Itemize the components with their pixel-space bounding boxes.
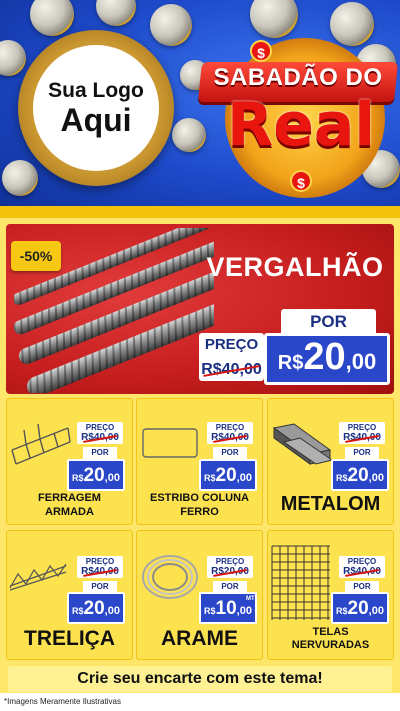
disclaimer-footnote: *Imagens Meramente Ilustrativas: [0, 693, 400, 711]
campaign-title-main: Real: [227, 90, 375, 160]
header-banner: Sua Logo Aqui SABADÃO DO Real $ $: [0, 0, 400, 212]
new-price-value: R$20,00: [277, 336, 377, 378]
unit-label: MT: [246, 596, 255, 602]
coin-icon: [96, 0, 136, 26]
hero-product-name: VERGALHÃO: [206, 252, 384, 282]
new-price-label: POR: [213, 447, 247, 459]
new-price-value: R$20,00: [67, 592, 125, 624]
product-name: FERRAGEM: [38, 492, 101, 504]
old-price-label: PREÇO: [204, 336, 259, 353]
mesh-image: [271, 545, 330, 620]
cta-banner[interactable]: Crie seu encarte com este tema!: [8, 666, 392, 692]
product-name-line2: NERVURADAS: [291, 639, 370, 651]
divider-stripe: [0, 206, 400, 218]
stirrup-image: [142, 428, 198, 458]
product-name: METALOM: [280, 493, 381, 515]
logo-text-line2: Aqui: [60, 102, 132, 138]
old-price-label: PREÇO: [85, 423, 115, 432]
discount-badge: -50%: [11, 241, 61, 271]
campaign-title-top: SABADÃO DO: [213, 64, 383, 91]
flyer: Sua Logo Aqui SABADÃO DO Real $ $ -50% V…: [0, 0, 400, 711]
old-price-label: PREÇO: [347, 423, 377, 432]
product-name: TELAS: [312, 626, 349, 638]
new-price-value: R$20,00: [331, 459, 389, 491]
coin-icon: [0, 40, 26, 76]
new-price-label: POR: [83, 447, 117, 459]
coin-icon: [250, 0, 298, 38]
old-price-label: PREÇO: [215, 423, 245, 432]
coin-icon: [2, 160, 38, 196]
old-price-label: PREÇO: [347, 557, 377, 566]
product-name: ARAME: [161, 627, 238, 650]
product-name: TRELIÇA: [24, 627, 115, 650]
coin-icon: [150, 4, 192, 46]
new-price-label: POR: [345, 447, 379, 459]
new-price-value: R$20,00: [67, 459, 125, 491]
product-name-line2: FERRO: [180, 506, 219, 518]
coin-icon: [30, 0, 74, 36]
wire-coil-image: [142, 555, 198, 599]
logo-text-line1: Sua Logo: [48, 79, 144, 102]
new-price-value: R$20,00: [199, 459, 257, 491]
new-price-label: POR: [281, 309, 376, 333]
coin-icon: [172, 118, 206, 152]
coin-icon: [330, 2, 374, 46]
old-price-label: PREÇO: [85, 557, 115, 566]
new-price-value: R$20,00: [331, 592, 389, 624]
old-price-label: PREÇO: [215, 557, 245, 566]
dollar-icon: $: [290, 170, 312, 192]
truss-image: [9, 563, 67, 591]
rebar-cage-image: [11, 423, 71, 465]
dollar-icon: $: [250, 40, 272, 62]
metalon-tube-image: [272, 423, 334, 465]
logo-placeholder[interactable]: Sua Logo Aqui: [33, 45, 159, 171]
product-name: ESTRIBO COLUNA: [150, 492, 249, 504]
product-name-line2: ARMADA: [45, 506, 94, 518]
